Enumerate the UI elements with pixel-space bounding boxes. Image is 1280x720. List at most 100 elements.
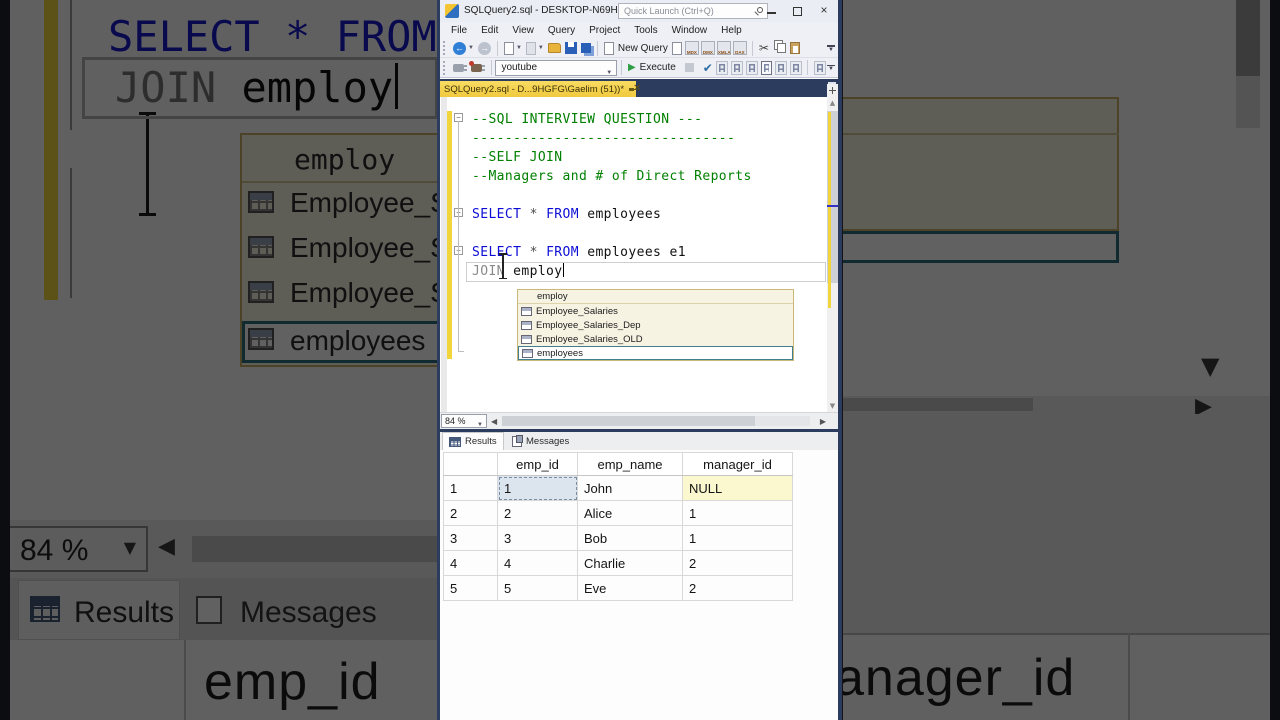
grid-cell[interactable]: 2 bbox=[497, 500, 578, 526]
grid-cell[interactable]: 1 bbox=[682, 500, 793, 526]
editor-horizontal-scrollbar[interactable] bbox=[502, 416, 810, 426]
grid-corner[interactable] bbox=[443, 452, 498, 476]
toolbar-overflow-button[interactable]: ▼ bbox=[827, 64, 836, 72]
tab-messages[interactable]: Messages bbox=[506, 432, 575, 450]
menu-bar: File Edit View Query Project Tools Window Help bbox=[440, 22, 838, 39]
new-database-query-button[interactable] bbox=[671, 41, 682, 55]
minimize-button[interactable] bbox=[762, 4, 782, 18]
scroll-left-icon[interactable]: ◀ bbox=[491, 417, 497, 426]
open-file-button[interactable] bbox=[547, 43, 561, 53]
grid-cell[interactable]: 1 bbox=[497, 475, 578, 501]
new-dax-query-button[interactable]: DAX bbox=[732, 41, 747, 55]
grid-cell[interactable]: John bbox=[577, 475, 683, 501]
grid-cell[interactable]: 1 bbox=[682, 525, 793, 551]
scroll-right-icon[interactable]: ▶ bbox=[820, 417, 826, 426]
grid-cell[interactable]: Alice bbox=[577, 500, 683, 526]
maximize-button[interactable] bbox=[788, 4, 808, 18]
nav-back-button[interactable]: ← ▼ bbox=[453, 41, 474, 55]
toolbar-grip[interactable] bbox=[443, 41, 447, 55]
cancel-query-button[interactable] bbox=[680, 63, 699, 72]
scroll-down-icon[interactable]: ▼ bbox=[827, 402, 838, 410]
intellisense-item-employee_salaries_dep[interactable]: Employee_Salaries_Dep bbox=[518, 318, 793, 332]
zoom-selector[interactable]: 84 % ▼ bbox=[441, 414, 487, 428]
comment-button[interactable] bbox=[813, 60, 826, 75]
menu-item-project[interactable]: Project bbox=[582, 25, 627, 36]
new-dmx-query-button[interactable]: DMX bbox=[700, 41, 715, 55]
menu-item-edit[interactable]: Edit bbox=[474, 25, 505, 36]
editor-splitter-handle[interactable] bbox=[827, 84, 838, 97]
menu-item-help[interactable]: Help bbox=[714, 25, 749, 36]
close-icon: × bbox=[820, 3, 828, 17]
window-title: SQLQuery2.sql - DESKTOP-N69HGF... bbox=[464, 5, 639, 16]
tab-sqlquery2[interactable]: SQLQuery2.sql - D...9HGFG\Gaelim (51))* … bbox=[440, 81, 641, 97]
copy-button[interactable] bbox=[773, 43, 786, 53]
grid-cell[interactable]: 2 bbox=[682, 550, 793, 576]
menu-item-query[interactable]: Query bbox=[541, 25, 582, 36]
menu-item-view[interactable]: View bbox=[505, 25, 541, 36]
column-header-emp_id[interactable]: emp_id bbox=[497, 452, 578, 476]
row-header-5[interactable]: 5 bbox=[443, 575, 498, 601]
toolbar-grip[interactable] bbox=[443, 60, 447, 75]
query-options-button[interactable] bbox=[790, 60, 802, 75]
scroll-up-icon[interactable]: ▲ bbox=[827, 99, 838, 107]
code-line-3: --SELF JOIN bbox=[472, 150, 563, 165]
execute-button[interactable]: ▶ Execute bbox=[628, 62, 676, 73]
intellisense-item-employ[interactable]: employ bbox=[518, 290, 793, 304]
grid-cell[interactable]: NULL bbox=[682, 475, 793, 501]
messages-icon bbox=[512, 434, 523, 447]
results-to-file-button[interactable] bbox=[775, 60, 788, 75]
results-grid[interactable]: emp_id emp_name manager_id 1 1 John NULL 2 2 Ali… bbox=[443, 452, 793, 601]
grid-cell[interactable]: 5 bbox=[497, 575, 578, 601]
add-item-button[interactable]: ▼ bbox=[525, 41, 544, 55]
intellisense-item-employee_salaries[interactable]: Employee_Salaries bbox=[518, 304, 793, 318]
toolbar-overflow-button[interactable]: ▼ bbox=[827, 44, 835, 53]
estimated-plan-icon bbox=[719, 63, 726, 72]
maximize-icon bbox=[793, 7, 802, 16]
scrollbar-thumb[interactable] bbox=[502, 416, 755, 426]
parse-button[interactable]: ✔ bbox=[703, 61, 713, 75]
row-header-4[interactable]: 4 bbox=[443, 550, 498, 576]
intellisense-item-employees[interactable]: employees bbox=[518, 346, 793, 360]
results-file-icon bbox=[778, 63, 785, 72]
paste-button[interactable] bbox=[789, 42, 800, 54]
ssms-window: SQLQuery2.sql - DESKTOP-N69HGF... Quick … bbox=[437, 0, 842, 720]
estimated-plan-button[interactable] bbox=[716, 60, 729, 75]
quick-launch-input[interactable]: Quick Launch (Ctrl+Q) bbox=[618, 3, 768, 19]
menu-item-tools[interactable]: Tools bbox=[627, 25, 664, 36]
new-query-button[interactable]: New Query bbox=[603, 41, 668, 55]
new-xmla-query-button[interactable]: XMLA bbox=[716, 41, 731, 55]
results-to-grid-button[interactable] bbox=[760, 60, 773, 75]
live-query-stats-button[interactable] bbox=[731, 60, 743, 75]
grid-cell[interactable]: 2 bbox=[682, 575, 793, 601]
grid-cell[interactable]: Eve bbox=[577, 575, 683, 601]
nav-forward-button[interactable]: → bbox=[477, 41, 491, 55]
grid-cell[interactable]: Bob bbox=[577, 525, 683, 551]
new-mdx-query-button[interactable]: MDX bbox=[684, 41, 699, 55]
editor-vertical-scrollbar[interactable]: ▲ ▼ bbox=[827, 97, 838, 412]
table-icon bbox=[522, 348, 533, 358]
comment-icon bbox=[816, 63, 823, 72]
row-header-3[interactable]: 3 bbox=[443, 525, 498, 551]
save-all-button[interactable] bbox=[580, 43, 591, 53]
grid-cell[interactable]: 3 bbox=[497, 525, 578, 551]
save-button[interactable] bbox=[564, 42, 577, 54]
database-selector[interactable]: youtube ▼ bbox=[495, 59, 618, 76]
row-header-1[interactable]: 1 bbox=[443, 475, 498, 501]
menu-item-file[interactable]: File bbox=[444, 25, 474, 36]
column-header-emp_name[interactable]: emp_name bbox=[577, 452, 683, 476]
tab-results[interactable]: Results bbox=[442, 432, 504, 450]
results-to-text-button[interactable] bbox=[745, 60, 758, 75]
grid-cell[interactable]: 4 bbox=[497, 550, 578, 576]
column-header-manager_id[interactable]: manager_id bbox=[682, 452, 793, 476]
menu-item-window[interactable]: Window bbox=[665, 25, 715, 36]
new-project-button[interactable]: ▼ bbox=[503, 41, 522, 55]
grid-cell[interactable]: Charlie bbox=[577, 550, 683, 576]
row-header-2[interactable]: 2 bbox=[443, 500, 498, 526]
cut-button[interactable]: ✂ bbox=[759, 41, 769, 55]
sql-editor[interactable]: − − − --SQL INTERVIEW QUESTION ---------… bbox=[440, 97, 838, 412]
close-button[interactable]: × bbox=[814, 4, 834, 18]
change-connection-button[interactable] bbox=[468, 60, 485, 72]
connect-button[interactable] bbox=[452, 63, 467, 72]
intellisense-item-employee_salaries_old[interactable]: Employee_Salaries_OLD bbox=[518, 332, 793, 346]
results-tab-bar: Results Messages bbox=[440, 432, 838, 450]
